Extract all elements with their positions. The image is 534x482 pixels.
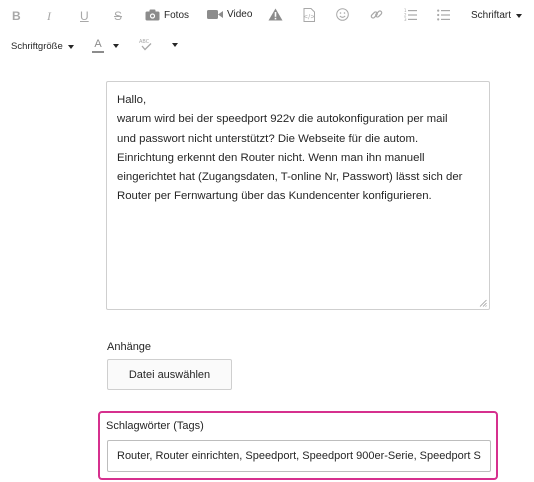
attachments-label: Anhänge xyxy=(107,341,152,353)
italic-icon: I xyxy=(47,9,51,23)
editor-line: Einrichtung erkennt den Router nicht. We… xyxy=(117,151,425,164)
chevron-down-icon xyxy=(516,13,523,18)
font-family-label: Schriftart xyxy=(471,10,512,21)
bullet-list-icon xyxy=(437,9,450,21)
chevron-down-icon xyxy=(172,42,178,47)
numbered-list-button[interactable]: 1 2 3 xyxy=(404,8,417,21)
font-color-glyph: A xyxy=(94,38,102,50)
link-button[interactable] xyxy=(370,8,383,21)
photos-button[interactable]: Fotos xyxy=(145,9,189,21)
chevron-down-icon xyxy=(67,44,74,49)
svg-text:</>: </> xyxy=(303,14,315,21)
resize-handle-icon[interactable] xyxy=(479,299,487,307)
camera-icon xyxy=(145,9,160,21)
bold-button[interactable]: B xyxy=(12,9,21,23)
underline-button[interactable]: U xyxy=(80,9,89,23)
choose-file-button[interactable]: Datei auswählen xyxy=(107,359,232,390)
photos-label: Fotos xyxy=(164,9,190,21)
editor-line: warum wird bei der speedport 922v die au… xyxy=(117,113,448,126)
bold-icon: B xyxy=(12,9,21,23)
smiley-icon xyxy=(336,8,349,21)
bullet-list-button[interactable] xyxy=(437,8,450,21)
code-button[interactable]: </> xyxy=(303,8,315,22)
warning-icon xyxy=(268,8,283,21)
chevron-down-icon xyxy=(113,44,119,48)
video-button[interactable]: Video xyxy=(207,9,252,20)
svg-text:ABC: ABC xyxy=(139,39,150,45)
font-color-dropdown[interactable]: A xyxy=(92,39,119,53)
spellcheck-icon: ABC xyxy=(139,39,152,51)
post-editor-page: B I U S Fotos Video </> 1 2 3 Schriftart… xyxy=(0,0,534,482)
editor-line: eingerichtet hat (Zugangsdaten, T-online… xyxy=(117,171,463,184)
spellcheck-dropdown[interactable]: ABC xyxy=(139,38,178,51)
underline-icon: U xyxy=(80,9,89,23)
svg-text:3: 3 xyxy=(404,17,407,21)
editor-line: und passwort nicht unterstützt? Die Webs… xyxy=(117,132,419,145)
code-file-icon: </> xyxy=(303,8,315,22)
editor-line: Router per Fernwartung über das Kundence… xyxy=(117,190,432,203)
numbered-list-icon: 1 2 3 xyxy=(404,8,417,21)
message-editor[interactable]: Hallo, warum wird bei der speedport 922v… xyxy=(106,81,490,310)
font-size-label: Schriftgröße xyxy=(11,41,63,52)
font-size-dropdown[interactable]: Schriftgröße xyxy=(11,41,74,52)
italic-button[interactable]: I xyxy=(47,9,51,24)
tags-input[interactable] xyxy=(107,440,491,472)
warning-button[interactable] xyxy=(268,8,283,21)
video-label: Video xyxy=(227,9,253,20)
editor-line: Hallo, xyxy=(117,94,147,106)
strikethrough-icon: S xyxy=(114,9,123,23)
font-color-icon: A xyxy=(92,39,104,53)
strikethrough-button[interactable]: S xyxy=(114,9,122,23)
link-icon xyxy=(370,10,383,19)
emoji-button[interactable] xyxy=(336,8,349,21)
tags-label: Schlagwörter (Tags) xyxy=(106,420,204,432)
font-family-dropdown[interactable]: Schriftart xyxy=(471,10,523,21)
video-camera-icon xyxy=(207,10,223,19)
